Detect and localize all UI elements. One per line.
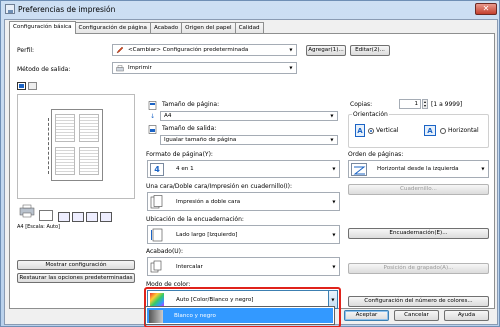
chevron-down-icon <box>479 161 488 177</box>
page-size-select[interactable]: A4 <box>160 111 338 121</box>
printer-device-icon <box>19 204 35 218</box>
page-size-label: Tamaño de página: <box>162 101 220 108</box>
cancel-button[interactable]: Cancelar <box>394 310 439 321</box>
page-preview <box>17 94 135 199</box>
window-title: Preferencias de impresión <box>18 5 116 14</box>
color-count-button[interactable]: Configuración del número de colores... <box>348 296 489 307</box>
ok-button[interactable]: Aceptar <box>344 310 389 321</box>
duplex-icon <box>58 212 70 222</box>
chevron-down-icon <box>330 258 339 275</box>
grayscale-icon <box>149 310 163 323</box>
tab-strip: Configuración básica Configuración de pá… <box>9 21 264 34</box>
binding-button[interactable]: Encuadernación(E)... <box>348 228 489 239</box>
binding-location-icon <box>150 228 164 242</box>
preview-caption: A4 [Escala: Auto] <box>17 224 61 230</box>
copies-input[interactable]: 1 <box>399 99 421 109</box>
duplex-label: Una cara/Doble cara/Impresión en cuadern… <box>146 183 293 190</box>
chevron-down-icon <box>330 161 339 177</box>
output-size-icon <box>148 125 158 134</box>
chevron-down-icon <box>328 136 337 144</box>
title-bar: Preferencias de impresión ✕ <box>1 1 500 18</box>
landscape-icon: A <box>424 125 436 136</box>
output-method-label: Método de salida: <box>17 66 71 73</box>
profile-label: Perfil: <box>17 47 35 54</box>
collate-pages-icon <box>150 260 164 274</box>
page-size-value: A4 <box>164 113 172 119</box>
chevron-down-icon <box>328 112 337 120</box>
preview-page <box>48 109 103 181</box>
output-method-value: Imprimir <box>128 65 152 71</box>
duplex-select[interactable]: Impresión a doble cara <box>147 192 340 211</box>
output-method-select[interactable]: Imprimir <box>112 62 297 74</box>
color-mode-option-label: Blanco y negro <box>174 313 216 319</box>
page-size-icon <box>148 101 158 110</box>
page-layout-value: 4 en 1 <box>176 166 194 172</box>
orientation-label: Orientación <box>352 111 389 118</box>
binding-location-label: Ubicación de la encuadernación: <box>146 216 244 223</box>
basic-settings-panel: Perfil: <Cambiar> Configuración predeter… <box>9 33 495 327</box>
output-size-value: Igualar tamaño de página <box>164 137 237 143</box>
arrow-down-icon: ↓ <box>150 113 156 120</box>
profile-select[interactable]: <Cambiar> Configuración predeterminada <box>112 44 297 56</box>
finishing-value: Intercalar <box>176 263 203 270</box>
printer-icon <box>116 65 124 72</box>
booklet-button[interactable]: Cuadernillo... <box>348 184 489 195</box>
chevron-down-icon <box>287 63 296 73</box>
copies-range: [1 a 9999] <box>431 101 463 108</box>
orientation-vertical-label: Vertical <box>376 127 399 134</box>
tab-quality[interactable]: Calidad <box>234 22 264 33</box>
profile-value: <Cambiar> Configuración predeterminada <box>128 47 249 53</box>
tab-page-setup[interactable]: Configuración de página <box>74 22 151 33</box>
restore-defaults-button[interactable]: Restaurar las opciones predeterminadas <box>17 273 135 283</box>
portrait-icon: A <box>355 124 365 137</box>
color-icon <box>100 212 112 222</box>
color-mode-dropdown-list: Blanco y negro <box>145 306 335 325</box>
color-mode-value: Auto [Color/Blanco y negro] <box>176 296 254 303</box>
page-layout-select[interactable]: 4 4 en 1 <box>147 160 340 178</box>
printer-icon <box>5 4 15 14</box>
preview-mode-icon[interactable] <box>28 82 37 90</box>
chevron-down-icon <box>330 193 339 210</box>
orientation-vertical-radio[interactable] <box>368 128 374 134</box>
pencil-icon <box>116 46 124 54</box>
edit-profile-button[interactable]: Editar(2)... <box>350 45 390 56</box>
preview-toggle-icon[interactable] <box>17 82 26 90</box>
binding-location-select[interactable]: Lado largo [Izquierdo] <box>147 225 340 244</box>
finishing-select[interactable]: Intercalar <box>147 257 340 276</box>
page-stack-icon <box>39 210 53 221</box>
finishing-label: Acabado(U): <box>146 248 184 255</box>
color-mode-option-bw[interactable]: Blanco y negro <box>147 308 333 323</box>
page-layout-label: Formato de página(Y): <box>146 151 213 158</box>
dialog-client-area: Configuración básica Configuración de pá… <box>4 19 498 327</box>
show-settings-button[interactable]: Mostrar configuración <box>17 260 135 270</box>
page-order-select[interactable]: Horizontal desde la izquierda <box>348 160 489 178</box>
help-button[interactable]: Ayuda <box>444 310 489 321</box>
tab-paper-source[interactable]: Origen del papel <box>181 22 236 33</box>
copies-spinner[interactable]: ▴ ▾ <box>422 99 428 109</box>
add-profile-button[interactable]: Agregar(1)... <box>306 45 346 56</box>
collate-icon <box>86 212 98 222</box>
chevron-down-icon <box>330 226 339 243</box>
copies-label: Copias: <box>350 101 373 108</box>
duplex-print-icon <box>150 195 164 209</box>
print-preferences-window: Preferencias de impresión ✕ Configuració… <box>0 0 500 327</box>
orientation-horizontal-label: Horizontal <box>448 127 479 134</box>
staple-position-button[interactable]: Posición de grapado(A)... <box>348 263 489 274</box>
page-order-icon <box>351 163 367 176</box>
binding-location-value: Lado largo [Izquierdo] <box>176 231 238 238</box>
chevron-down-icon <box>287 45 296 55</box>
page-order-value: Horizontal desde la izquierda <box>377 166 459 172</box>
orientation-horizontal-radio[interactable] <box>440 128 446 134</box>
output-size-select[interactable]: Igualar tamaño de página <box>160 135 338 145</box>
duplex-value: Impresión a doble cara <box>176 198 241 205</box>
tab-finishing[interactable]: Acabado <box>149 22 183 33</box>
staple-icon <box>72 212 84 222</box>
layout-4in1-icon: 4 <box>150 163 164 176</box>
page-order-label: Orden de páginas: <box>348 151 404 158</box>
output-size-label: Tamaño de salida: <box>162 125 217 132</box>
tab-basic-settings[interactable]: Configuración básica <box>9 21 76 34</box>
color-palette-icon <box>150 293 164 306</box>
close-button[interactable]: ✕ <box>475 3 497 15</box>
